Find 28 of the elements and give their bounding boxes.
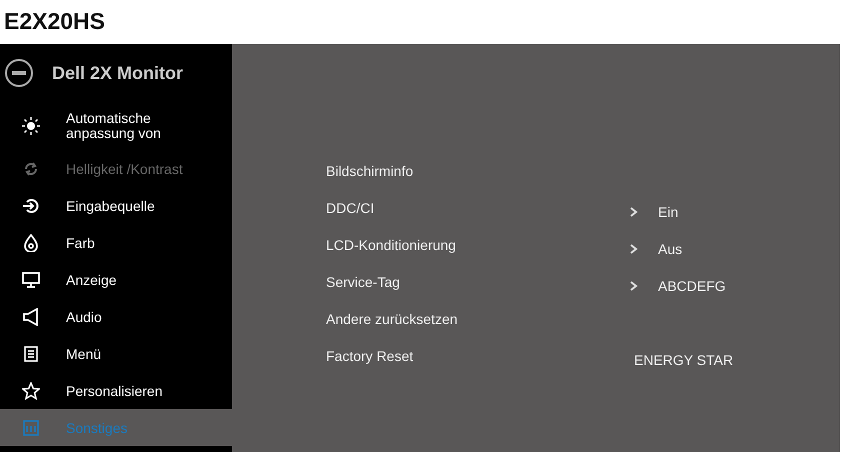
cycle-arrows-icon <box>23 160 39 176</box>
setting-label[interactable]: LCD-Konditionierung <box>326 236 630 252</box>
setting-label[interactable]: Andere zurücksetzen <box>326 310 630 326</box>
menu-item[interactable]: Menü <box>0 335 232 372</box>
setting-value: ENERGY STAR <box>634 352 734 368</box>
input-icon <box>22 198 40 214</box>
setting-value: Ein <box>658 204 678 220</box>
brightness-icon <box>22 117 40 135</box>
menu-item[interactable]: Anzeige <box>0 261 232 298</box>
menu-item[interactable]: Personalisieren <box>0 372 232 409</box>
star-icon <box>22 382 40 400</box>
menu-item[interactable]: Farb <box>0 224 232 261</box>
setting-label[interactable]: Bildschirminfo <box>326 162 630 178</box>
setting-label[interactable]: Factory Reset <box>326 348 630 364</box>
menu-title: Dell 2X Monitor <box>52 62 184 84</box>
monitor-icon <box>22 272 40 288</box>
menu-item[interactable]: Audio <box>0 298 232 335</box>
color-drop-icon <box>23 234 39 252</box>
menu-item[interactable]: Automatische anpassung von <box>0 102 232 150</box>
page-title: E2X20HS <box>3 7 106 36</box>
menu-item[interactable]: Eingabequelle <box>0 187 232 224</box>
logo-icon <box>4 58 34 88</box>
setting-value: Aus <box>658 240 682 256</box>
setting-label[interactable]: DDC/CI <box>326 200 630 216</box>
speaker-icon <box>23 308 39 326</box>
document-icon <box>24 346 38 362</box>
setting-label[interactable]: Service-Tag <box>326 274 630 290</box>
setting-value: ABCDEFG <box>658 278 726 294</box>
